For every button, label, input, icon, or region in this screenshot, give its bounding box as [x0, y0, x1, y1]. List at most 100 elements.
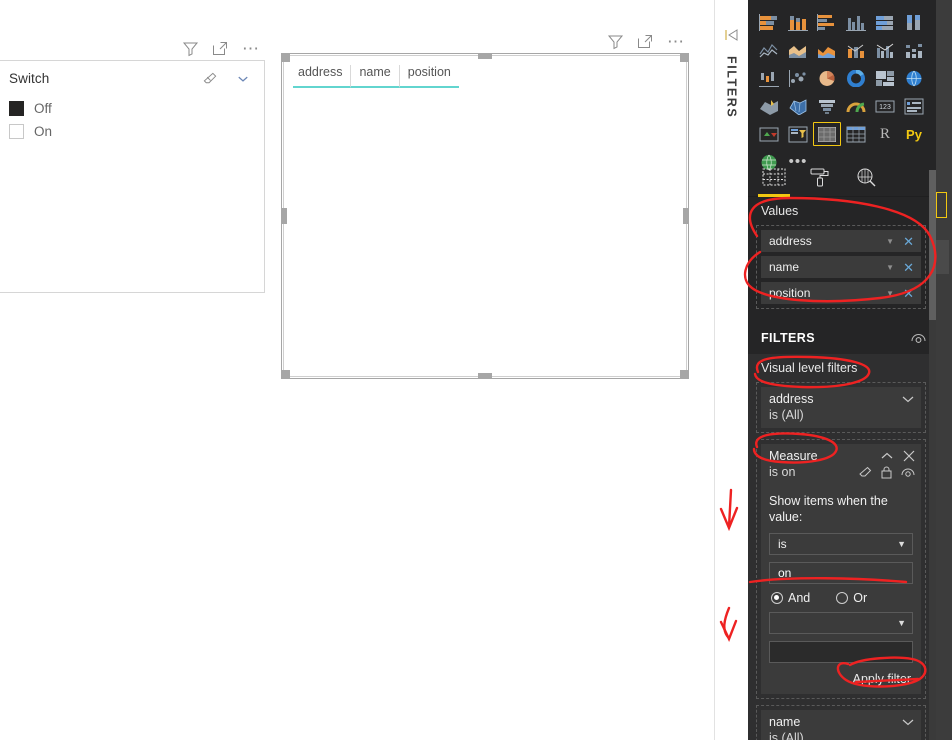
- eye-visibility-icon[interactable]: [911, 333, 926, 344]
- table-column-header[interactable]: name: [351, 65, 400, 88]
- radio-or-dot[interactable]: [836, 592, 849, 604]
- field-pill-address[interactable]: address ▼ ✕: [761, 230, 921, 252]
- waterfall-chart-icon[interactable]: [755, 66, 783, 90]
- radio-and-dot[interactable]: [771, 592, 783, 604]
- filters-pane-rail[interactable]: FILTERS: [714, 0, 748, 740]
- visualization-type-grid: 123 R Py •••: [748, 10, 924, 174]
- condition-operator-value: is: [778, 537, 787, 551]
- line-chart-icon[interactable]: [755, 38, 783, 62]
- svg-text:123: 123: [879, 104, 891, 111]
- condition2-value-input[interactable]: [769, 641, 913, 663]
- visual-level-filters-label: Visual level filters: [748, 354, 934, 382]
- 100-stacked-column-chart-icon[interactable]: [900, 10, 928, 34]
- line-stacked-column-chart-icon[interactable]: [842, 38, 870, 62]
- slicer-item-on[interactable]: On: [9, 120, 264, 143]
- chevron-down-icon[interactable]: ▼: [880, 289, 900, 298]
- pie-chart-icon[interactable]: [813, 66, 841, 90]
- filter-card-body: name is (All): [761, 710, 921, 740]
- map-icon[interactable]: [900, 66, 928, 90]
- more-options-icon[interactable]: ⋯: [667, 33, 685, 50]
- shape-map-icon[interactable]: [784, 94, 812, 118]
- chevron-up-icon[interactable]: [880, 451, 894, 461]
- filter-funnel-icon[interactable]: [607, 33, 624, 50]
- focus-mode-icon[interactable]: [212, 40, 229, 57]
- radio-or[interactable]: Or: [836, 591, 867, 605]
- slicer-icon[interactable]: [784, 122, 812, 146]
- stacked-bar-chart-icon[interactable]: [755, 10, 783, 34]
- slicer-item-list: Off On: [0, 97, 264, 143]
- more-options-icon[interactable]: ⋯: [242, 40, 260, 57]
- filters-pane-scrollbar[interactable]: [929, 170, 936, 740]
- 100-stacked-bar-chart-icon[interactable]: [871, 10, 899, 34]
- scatter-chart-icon[interactable]: [784, 66, 812, 90]
- matrix-icon[interactable]: [842, 122, 870, 146]
- stacked-area-chart-icon[interactable]: [813, 38, 841, 62]
- slicer-header-icons: ⋯: [182, 40, 260, 57]
- slicer-top-bar: Switch: [0, 61, 264, 97]
- format-tab[interactable]: [806, 166, 834, 194]
- close-icon[interactable]: ✕: [900, 287, 917, 300]
- kpi-icon[interactable]: [755, 122, 783, 146]
- chevron-down-icon[interactable]: [235, 71, 252, 88]
- switch-slicer-visual[interactable]: Switch Off On: [0, 60, 265, 293]
- close-icon[interactable]: [903, 450, 915, 462]
- collapse-arrow-icon[interactable]: [724, 28, 740, 42]
- field-pill-name[interactable]: name ▼ ✕: [761, 256, 921, 278]
- close-icon[interactable]: ✕: [900, 235, 917, 248]
- field-pill-position[interactable]: position ▼ ✕: [761, 282, 921, 304]
- chevron-down-icon[interactable]: [901, 394, 915, 404]
- focus-mode-icon[interactable]: [637, 33, 654, 50]
- pane-strip-box[interactable]: [936, 240, 949, 274]
- slicer-item-label: On: [34, 124, 53, 139]
- funnel-chart-icon[interactable]: [813, 94, 841, 118]
- r-script-visual-icon[interactable]: R: [871, 122, 899, 146]
- eye-visibility-icon[interactable]: [901, 467, 915, 478]
- chevron-down-icon[interactable]: [901, 717, 915, 727]
- table-column-header[interactable]: position: [399, 65, 459, 88]
- area-chart-icon[interactable]: [784, 38, 812, 62]
- filter-field-name: address: [769, 392, 814, 406]
- line-clustered-column-chart-icon[interactable]: [871, 38, 899, 62]
- gauge-chart-icon[interactable]: [842, 94, 870, 118]
- analytics-tab[interactable]: [852, 166, 880, 194]
- stacked-column-chart-icon[interactable]: [784, 10, 812, 34]
- filter-card-address[interactable]: address is (All): [756, 382, 926, 433]
- filter-card-name[interactable]: name is (All): [756, 705, 926, 740]
- frame-edge-right: [688, 53, 689, 379]
- card-icon[interactable]: 123: [871, 94, 899, 118]
- table-visual[interactable]: address name position: [283, 55, 687, 377]
- eraser-icon[interactable]: [202, 71, 219, 88]
- condition2-operator-select[interactable]: ▼: [769, 612, 913, 634]
- ribbon-chart-icon[interactable]: [900, 38, 928, 62]
- condition-operator-select[interactable]: is ▼: [769, 533, 913, 555]
- checkbox-on[interactable]: [9, 124, 24, 139]
- selected-visual-thumb-icon[interactable]: [936, 192, 947, 218]
- chevron-down-icon[interactable]: ▼: [880, 237, 900, 246]
- scrollbar-thumb[interactable]: [929, 170, 936, 320]
- table-column-header[interactable]: address: [293, 65, 352, 88]
- eraser-icon[interactable]: [859, 466, 872, 478]
- checkbox-off[interactable]: [9, 101, 24, 116]
- py-glyph: Py: [906, 126, 922, 142]
- field-name: position: [769, 286, 811, 300]
- values-drop-zone[interactable]: address ▼ ✕ name ▼ ✕ position ▼ ✕: [756, 225, 926, 309]
- filter-funnel-icon[interactable]: [182, 40, 199, 57]
- fields-tab[interactable]: [758, 166, 790, 197]
- filter-card-state-row: is on: [761, 464, 921, 485]
- filled-map-icon[interactable]: [755, 94, 783, 118]
- clustered-bar-chart-icon[interactable]: [813, 10, 841, 34]
- donut-chart-icon[interactable]: [842, 66, 870, 90]
- table-icon[interactable]: [813, 122, 841, 146]
- treemap-icon[interactable]: [871, 66, 899, 90]
- clustered-column-chart-icon[interactable]: [842, 10, 870, 34]
- radio-and[interactable]: And: [771, 591, 810, 605]
- close-icon[interactable]: ✕: [900, 261, 917, 274]
- multi-row-card-icon[interactable]: [900, 94, 928, 118]
- slicer-item-off[interactable]: Off: [9, 97, 264, 120]
- python-visual-icon[interactable]: Py: [900, 122, 928, 146]
- chevron-down-icon[interactable]: ▼: [880, 263, 900, 272]
- lock-icon[interactable]: [881, 466, 892, 479]
- condition-value-input[interactable]: on: [769, 562, 913, 584]
- filter-card-measure[interactable]: Measure is on Show items when the value:…: [756, 439, 926, 699]
- apply-filter-button[interactable]: Apply filter: [853, 672, 911, 686]
